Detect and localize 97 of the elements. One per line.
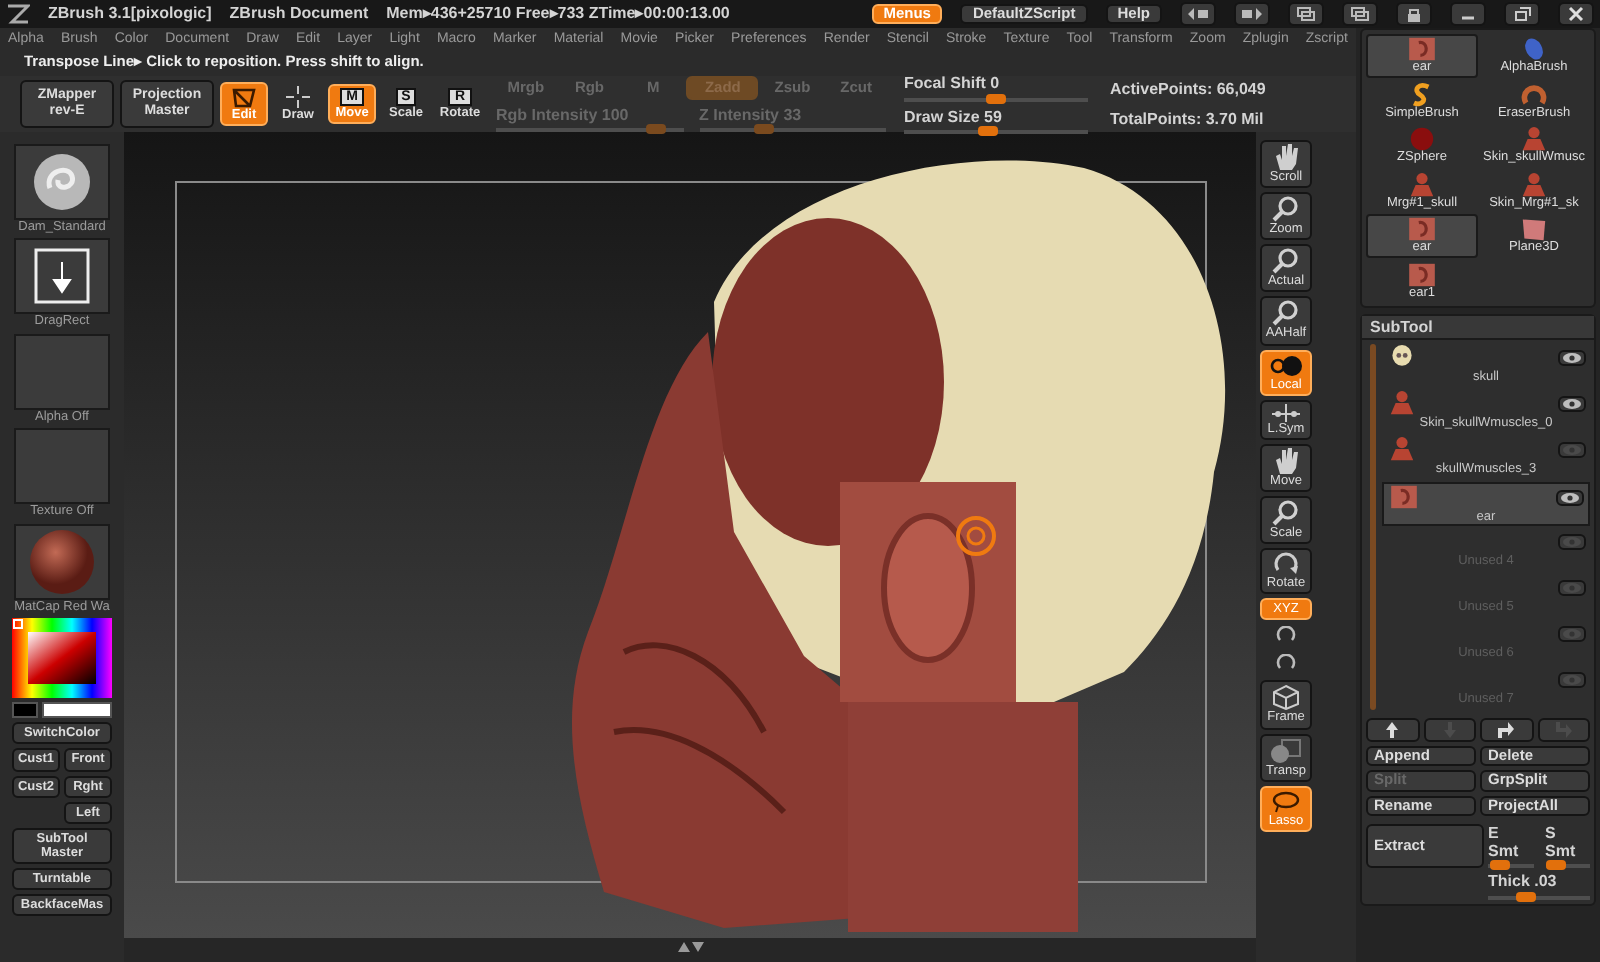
- color-swatch[interactable]: [42, 702, 112, 719]
- eye-icon: [1562, 535, 1582, 548]
- ear-mesh-icon: [1388, 484, 1420, 511]
- eye-icon: [1562, 627, 1582, 640]
- logo-icon: [6, 2, 30, 26]
- arrow-left-icon: [1186, 6, 1210, 22]
- window-button[interactable]: [1396, 2, 1432, 26]
- eye-icon: [1560, 491, 1580, 504]
- slider-label[interactable]: S Smt: [1545, 823, 1590, 861]
- palette-thumbnail[interactable]: [14, 428, 110, 505]
- scrollbar[interactable]: [1370, 344, 1376, 711]
- visibility-toggle[interactable]: [1558, 349, 1586, 366]
- slider-handle[interactable]: [1546, 860, 1567, 871]
- window-button[interactable]: [1504, 2, 1540, 26]
- ear-mesh-icon: [1406, 36, 1438, 62]
- symmetry-icon: [1270, 403, 1302, 422]
- palette-thumbnail[interactable]: [14, 144, 110, 220]
- bust-icon: [1386, 390, 1418, 417]
- visibility-toggle[interactable]: [1558, 395, 1586, 412]
- ear-mesh-icon: [1406, 216, 1438, 242]
- hand-icon: [1272, 447, 1300, 474]
- point-count: ActivePoints: 66,049: [1110, 79, 1266, 98]
- plane-icon: [1518, 216, 1550, 242]
- panel-title: SubTool: [1362, 316, 1594, 341]
- visibility-toggle[interactable]: [1556, 489, 1584, 506]
- bust-icon: [1518, 126, 1550, 152]
- slider-label[interactable]: Thick .03: [1488, 872, 1590, 891]
- slider-handle[interactable]: [986, 93, 1006, 103]
- arrow-button[interactable]: [1480, 718, 1533, 743]
- brush-sphere-icon: [32, 152, 92, 212]
- eye-icon: [1562, 397, 1582, 410]
- crosshair-icon: [284, 85, 312, 108]
- palette-thumbnail[interactable]: [14, 238, 110, 315]
- slider-track[interactable]: [1545, 864, 1590, 869]
- rotate-icon: [1272, 552, 1300, 577]
- scroll-arrows-icon: [674, 938, 706, 956]
- document-title: ZBrush Document: [229, 4, 369, 24]
- arrow-icon: [1439, 720, 1460, 741]
- visibility-toggle[interactable]: [1558, 625, 1586, 642]
- window-button[interactable]: [1180, 2, 1216, 26]
- slider-label[interactable]: Draw Size 59: [904, 107, 1088, 126]
- memory-stats: Mem▸436+25710 Free▸733 ZTime▸00:00:13.00: [386, 4, 730, 24]
- bust-icon: [1518, 171, 1550, 197]
- magnifier-icon: [1272, 248, 1300, 275]
- slider-handle[interactable]: [977, 125, 998, 136]
- color-swatch[interactable]: [12, 702, 38, 719]
- transpose-icon: [230, 85, 258, 108]
- visibility-toggle[interactable]: [1558, 579, 1586, 596]
- app-title: ZBrush 3.1[pixologic]: [48, 4, 212, 24]
- magnifier-icon: [1272, 196, 1300, 223]
- ring-icon: [1518, 81, 1550, 107]
- point-count: TotalPoints: 3.70 Mil: [1110, 110, 1266, 129]
- slider-label[interactable]: Focal Shift 0: [904, 74, 1088, 93]
- eye-icon: [1562, 581, 1582, 594]
- sphere-icon: [1406, 126, 1438, 152]
- eye-icon: [1562, 351, 1582, 364]
- window-button[interactable]: [1558, 2, 1594, 26]
- eye-icon: [1562, 673, 1582, 686]
- arrow-icon: [1553, 720, 1574, 741]
- eye-icon: [1562, 443, 1582, 456]
- slider-handle[interactable]: [1489, 860, 1510, 871]
- bust-icon: [1406, 171, 1438, 197]
- arrow-icon: [1382, 720, 1403, 741]
- lock-icon: [1402, 6, 1426, 22]
- material-sphere-icon: [28, 527, 96, 596]
- windows-icon: [1348, 6, 1372, 22]
- window-button[interactable]: [1234, 2, 1270, 26]
- transpose-gizmo-icon[interactable]: [956, 516, 996, 556]
- hand-icon: [1272, 144, 1300, 170]
- drag-rect-icon: [32, 246, 92, 307]
- slider-handle[interactable]: [1516, 891, 1537, 901]
- window-button[interactable]: [1450, 2, 1486, 26]
- close-icon: [1564, 6, 1588, 22]
- slider-label[interactable]: E Smt: [1488, 823, 1533, 861]
- slider-track[interactable]: [1488, 864, 1533, 869]
- window-button[interactable]: [1342, 2, 1378, 26]
- visibility-toggle[interactable]: [1558, 533, 1586, 550]
- magnifier-icon: [1272, 499, 1300, 526]
- color-picker[interactable]: [12, 618, 112, 699]
- arrow-icon: [1496, 720, 1517, 741]
- bust-icon: [1386, 436, 1418, 463]
- transparency-icon: [1270, 737, 1302, 764]
- cube-icon: [1272, 684, 1300, 711]
- visibility-toggle[interactable]: [1558, 441, 1586, 458]
- palette-thumbnail[interactable]: [14, 523, 110, 600]
- skull-icon: [1386, 344, 1418, 371]
- palette-thumbnail[interactable]: [14, 333, 110, 410]
- window-button[interactable]: [1288, 2, 1324, 26]
- arrow-button[interactable]: [1366, 718, 1419, 743]
- visibility-toggle[interactable]: [1558, 671, 1586, 688]
- arrow-right-icon: [1240, 6, 1264, 22]
- lasso-icon: [1270, 789, 1302, 814]
- windows-icon: [1294, 6, 1318, 22]
- spheres-icon: [1270, 353, 1302, 378]
- ear-mesh-icon: [1406, 261, 1438, 287]
- restore-icon: [1510, 6, 1534, 22]
- magnifier-icon: [1272, 300, 1300, 327]
